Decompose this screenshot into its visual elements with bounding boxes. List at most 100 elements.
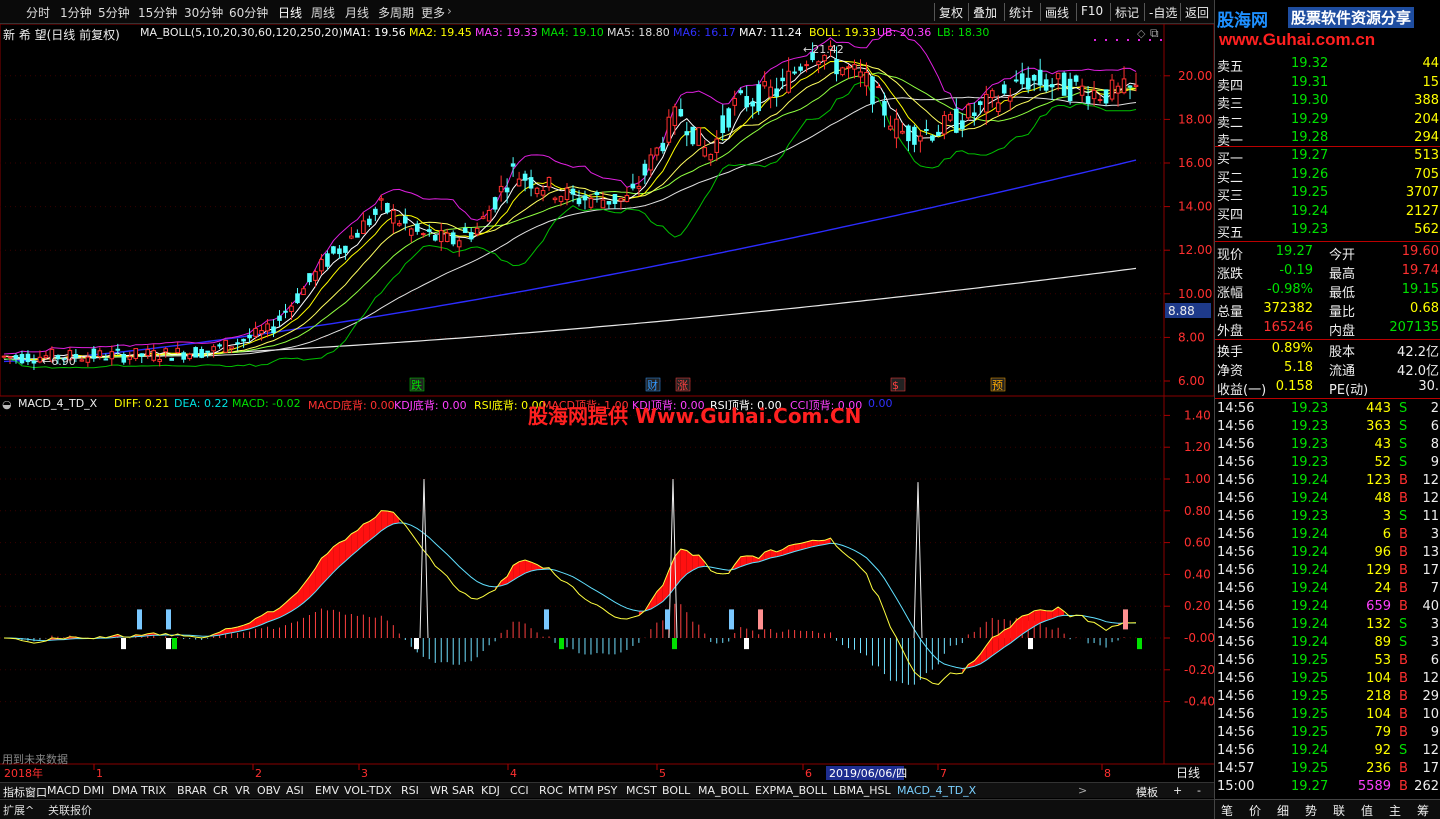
toolbar-button-5[interactable]: 标记 bbox=[1110, 3, 1143, 21]
tab-22[interactable]: BOLL bbox=[662, 784, 690, 797]
tick-row: 14:56 19.24 92 S 12 bbox=[1215, 743, 1440, 761]
candle-body bbox=[468, 232, 474, 240]
tab-10[interactable]: ASI bbox=[286, 784, 304, 797]
tick-vol: 363 bbox=[1366, 419, 1391, 434]
toolbar-button-2[interactable]: 统计 bbox=[1004, 3, 1037, 21]
candle-body bbox=[876, 86, 881, 89]
tabs-right-2[interactable]: - bbox=[1197, 784, 1201, 797]
period-7[interactable]: 周线 bbox=[311, 4, 335, 21]
right-footer-tab-5[interactable]: 值 bbox=[1361, 802, 1373, 819]
event-mark: 财 bbox=[647, 378, 658, 392]
right-footer-tab-0[interactable]: 笔 bbox=[1221, 802, 1233, 819]
candle-body bbox=[960, 120, 965, 130]
candle-body bbox=[1073, 75, 1079, 82]
more-chevron-icon[interactable]: › bbox=[447, 4, 452, 18]
tab-4[interactable]: DMA bbox=[112, 784, 138, 797]
bid-price: 19.23 bbox=[1291, 222, 1329, 237]
window-icon[interactable]: ⧉ bbox=[1150, 26, 1159, 41]
tab-19[interactable]: MTM bbox=[568, 784, 594, 797]
tab-21[interactable]: MCST bbox=[626, 784, 657, 797]
candle-body bbox=[774, 88, 779, 97]
period-0[interactable]: 分时 bbox=[26, 4, 50, 21]
toolbar-button-4[interactable]: F10 bbox=[1076, 3, 1107, 21]
quote-value: 207135 bbox=[1389, 320, 1439, 335]
tab-8[interactable]: VR bbox=[235, 784, 250, 797]
ma-value-3: MA4: 19.10 bbox=[541, 26, 604, 39]
toolbar-button-7[interactable]: 返回 bbox=[1180, 3, 1213, 21]
tabs-right-0[interactable]: 模板 bbox=[1136, 784, 1158, 800]
tick-vol: 79 bbox=[1374, 725, 1391, 740]
tick-count: 10 bbox=[1422, 707, 1439, 722]
period-6[interactable]: 日线 bbox=[278, 4, 302, 21]
tab-17[interactable]: CCI bbox=[510, 784, 529, 797]
tab-11[interactable]: EMV bbox=[315, 784, 339, 797]
signal-marker bbox=[137, 609, 142, 630]
tab-23[interactable]: MA_BOLL bbox=[698, 784, 749, 797]
tab-3[interactable]: DMI bbox=[83, 784, 104, 797]
tab-9[interactable]: OBV bbox=[257, 784, 280, 797]
right-footer-tab-1[interactable]: 价 bbox=[1249, 802, 1261, 819]
event-mark: 跌 bbox=[411, 378, 422, 392]
right-footer-tab-7[interactable]: 筹 bbox=[1417, 802, 1429, 819]
quote-label: 现价 bbox=[1217, 248, 1244, 263]
tab-14[interactable]: WR bbox=[430, 784, 449, 797]
tab-5[interactable]: TRIX bbox=[141, 784, 166, 797]
tick-vol: 132 bbox=[1366, 617, 1391, 632]
period-5[interactable]: 60分钟 bbox=[229, 4, 268, 21]
tab-26[interactable]: MACD_4_TD_X bbox=[897, 784, 976, 797]
candle-body bbox=[408, 228, 414, 236]
tab-18[interactable]: ROC bbox=[539, 784, 563, 797]
tab-24[interactable]: EXPMA_BOLL bbox=[755, 784, 827, 797]
period-3[interactable]: 15分钟 bbox=[138, 4, 177, 21]
ask-label: 卖五 bbox=[1217, 60, 1244, 75]
tick-time: 14:57 bbox=[1217, 761, 1255, 776]
right-footer-tab-6[interactable]: 主 bbox=[1389, 802, 1401, 819]
tab-6[interactable]: BRAR bbox=[177, 784, 207, 797]
related-quote-button[interactable]: 关联报价 bbox=[48, 802, 92, 818]
tabs-scroll-icon[interactable]: > bbox=[1078, 784, 1087, 797]
y-tick-label: 20.00 bbox=[1178, 69, 1212, 83]
right-footer-tab-3[interactable]: 势 bbox=[1305, 802, 1317, 819]
tabs-right-1[interactable]: + bbox=[1173, 784, 1182, 797]
tab-20[interactable]: PSY bbox=[597, 784, 617, 797]
tab-0[interactable]: 指标 bbox=[3, 784, 25, 800]
tab-15[interactable]: SAR bbox=[452, 784, 474, 797]
tab-1[interactable]: 窗口 bbox=[25, 784, 47, 800]
right-footer-tab-4[interactable]: 联 bbox=[1333, 802, 1345, 819]
tab-25[interactable]: LBMA_HSL bbox=[833, 784, 891, 797]
macd-collapse-icon[interactable]: ◒ bbox=[2, 398, 12, 411]
tab-12[interactable]: VOL-TDX bbox=[344, 784, 392, 797]
candle-body bbox=[229, 346, 234, 350]
period-9[interactable]: 多周期 bbox=[378, 4, 414, 21]
candle-body bbox=[331, 246, 336, 254]
toolbar-button-3[interactable]: 画线 bbox=[1040, 3, 1073, 21]
candle-body bbox=[211, 346, 216, 352]
tab-7[interactable]: CR bbox=[213, 784, 228, 797]
cursor-date: 2019/06/06/四 bbox=[829, 767, 907, 780]
candle-body bbox=[1121, 78, 1127, 94]
period-4[interactable]: 30分钟 bbox=[184, 4, 223, 21]
toolbar-button-6[interactable]: -自选 bbox=[1144, 3, 1181, 21]
right-footer-tab-2[interactable]: 细 bbox=[1277, 802, 1289, 819]
period-10[interactable]: 更多 bbox=[421, 4, 445, 21]
tab-2[interactable]: MACD bbox=[47, 784, 80, 797]
period-2[interactable]: 5分钟 bbox=[98, 4, 130, 21]
expand-button[interactable]: 扩展^ bbox=[3, 802, 34, 818]
tick-dir: S bbox=[1399, 419, 1408, 434]
tick-row: 14:56 19.25 79 B 9 bbox=[1215, 725, 1440, 743]
y-tick-label: 18.00 bbox=[1178, 112, 1212, 126]
y-tick-label: -0.00 bbox=[1184, 631, 1214, 645]
candle-body bbox=[367, 218, 372, 226]
candle-body bbox=[97, 350, 103, 358]
tick-row: 14:56 19.24 48 B 12 bbox=[1215, 491, 1440, 509]
tick-price: 19.25 bbox=[1291, 653, 1329, 668]
stat-label: 股本 bbox=[1329, 345, 1356, 360]
tab-16[interactable]: KDJ bbox=[481, 784, 500, 797]
candle-body bbox=[343, 245, 348, 253]
tab-13[interactable]: RSI bbox=[401, 784, 419, 797]
period-8[interactable]: 月线 bbox=[345, 4, 369, 21]
period-toolbar: 分时 1分钟 5分钟 15分钟 30分钟 60分钟 日线 周线 月线 多周期 更多 › 复权 叠加 统计 画线… bbox=[0, 0, 1214, 24]
toolbar-button-1[interactable]: 叠加 bbox=[968, 3, 1001, 21]
toolbar-button-0[interactable]: 复权 bbox=[934, 3, 967, 21]
period-1[interactable]: 1分钟 bbox=[60, 4, 92, 21]
